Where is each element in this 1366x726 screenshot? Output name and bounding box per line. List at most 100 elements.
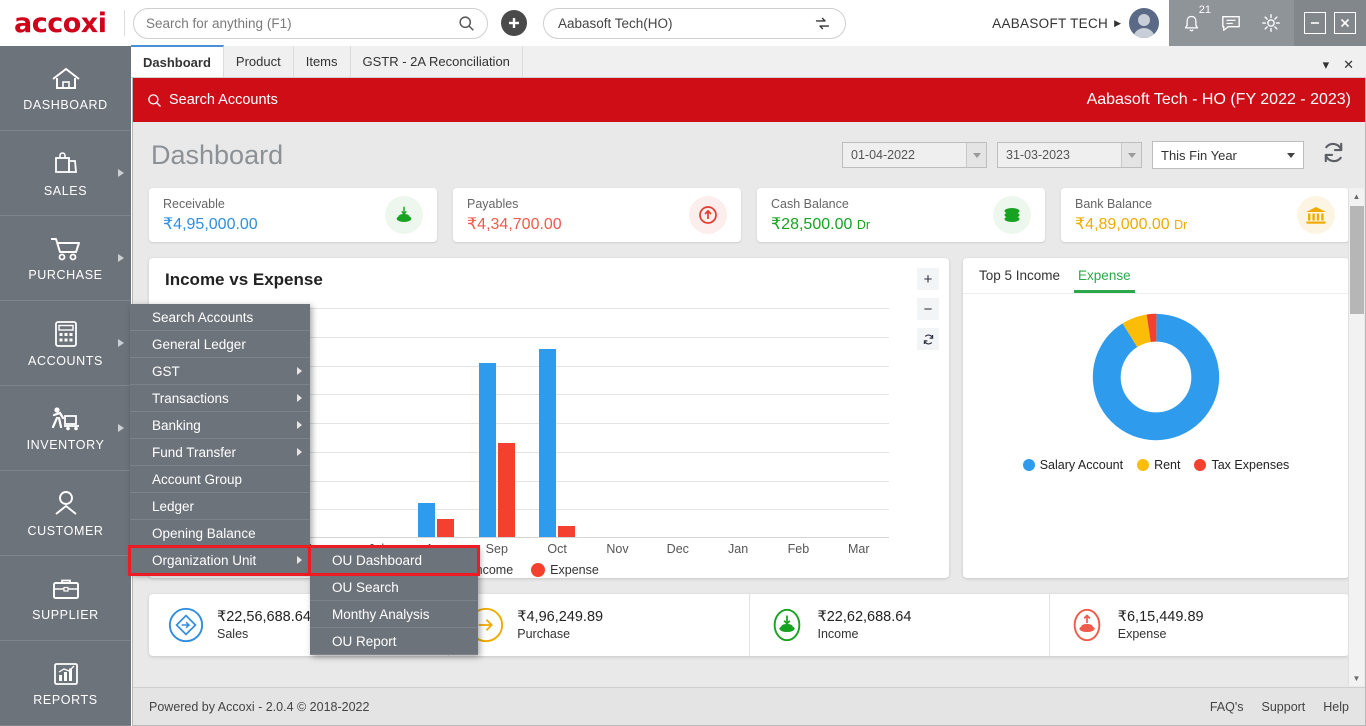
avatar[interactable] (1129, 8, 1159, 38)
notification-count: 21 (1199, 4, 1211, 16)
scrollbar-thumb[interactable] (1350, 206, 1364, 314)
accounts-dropdown-menu[interactable]: Search Accounts General Ledger GSTTransact… (130, 304, 310, 574)
tab-top5-income[interactable]: Top 5 Income (975, 268, 1064, 293)
submenu-item-ou-report[interactable]: OU Report (310, 628, 478, 655)
menu-item-fund-transfer[interactable]: Fund Transfer (130, 439, 310, 466)
messages-button[interactable] (1220, 13, 1242, 33)
sidebar-item-label: INVENTORY (27, 438, 105, 452)
summary-value: ₹4,96,249.89 (517, 609, 603, 625)
global-search[interactable] (133, 8, 488, 39)
tab-gstr-2a-reconciliation[interactable]: GSTR - 2A Reconciliation (351, 46, 523, 77)
submenu-item-ou-search[interactable]: OU Search (310, 574, 478, 601)
bar-income[interactable] (479, 363, 496, 537)
chart-zoom-out-button[interactable]: − (917, 298, 939, 320)
bar-expense[interactable] (558, 526, 575, 537)
menu-item-transactions[interactable]: Transactions (130, 385, 310, 412)
menu-item-banking[interactable]: Banking (130, 412, 310, 439)
minimize-button[interactable] (1304, 12, 1326, 34)
menu-item-label: General Ledger (152, 337, 246, 352)
menu-item-account-group[interactable]: Account Group (130, 466, 310, 493)
sidebar-item-sales[interactable]: SALES (0, 131, 131, 216)
tab-top5-expense[interactable]: Expense (1074, 268, 1135, 293)
footer-link-support[interactable]: Support (1262, 700, 1306, 714)
organization-selector[interactable]: Aabasoft Tech(HO) (543, 8, 846, 39)
sidebar-item-dashboard[interactable]: DASHBOARD (0, 46, 131, 131)
menu-item-search-accounts[interactable]: Search Accounts (130, 304, 310, 331)
menu-item-organization-unit[interactable]: Organization Unit (130, 547, 310, 574)
tab-product[interactable]: Product (224, 46, 294, 77)
tab-dashboard[interactable]: Dashboard (131, 45, 224, 77)
summary-card-income[interactable]: ₹22,62,688.64 Income (749, 594, 1049, 656)
organization-unit-submenu[interactable]: OU Dashboard OU Search Monthy AnalysisOU R… (310, 547, 478, 655)
menu-item-gst[interactable]: GST (130, 358, 310, 385)
menu-item-opening-balance[interactable]: Opening Balance (130, 520, 310, 547)
summary-card-purchase[interactable]: ₹4,96,249.89 Purchase (448, 594, 748, 656)
search-input[interactable] (146, 16, 458, 31)
summary-value: ₹22,56,688.64 (217, 609, 311, 625)
summary-card-expense[interactable]: ₹6,15,449.89 Expense (1049, 594, 1349, 656)
kpi-card-cash-balance[interactable]: Cash Balance ₹28,500.00 Dr (757, 188, 1045, 242)
menu-item-label: OU Dashboard (332, 553, 422, 568)
chevron-right-icon (118, 339, 124, 347)
user-menu-caret-icon[interactable]: ▶ (1114, 18, 1121, 29)
bar-group (346, 308, 406, 537)
menu-item-ledger[interactable]: Ledger (130, 493, 310, 520)
scroll-up-arrow-icon[interactable]: ▲ (1349, 188, 1364, 204)
notifications-button[interactable]: 21 (1181, 13, 1202, 34)
period-select[interactable]: This Fin Year (1152, 141, 1304, 169)
footer-link-help[interactable]: Help (1323, 700, 1349, 714)
kpi-card-payables[interactable]: Payables ₹4,34,700.00 (453, 188, 741, 242)
chart-zoom-in-button[interactable]: + (917, 268, 939, 290)
kpi-card-receivable[interactable]: Receivable ₹4,95,000.00 (149, 188, 437, 242)
menu-item-label: Banking (152, 418, 201, 433)
to-date-dropdown-icon[interactable] (1121, 143, 1141, 167)
refresh-button[interactable] (1320, 139, 1347, 171)
legend-label: Salary Account (1040, 458, 1123, 472)
bar-expense[interactable] (498, 443, 515, 537)
x-axis-label: Nov (587, 542, 647, 556)
chevron-right-icon (297, 394, 302, 402)
footer-links: FAQ's Support Help (1210, 700, 1349, 714)
footer-link-faqs[interactable]: FAQ's (1210, 700, 1244, 714)
menu-item-label: Opening Balance (152, 526, 256, 541)
close-button[interactable] (1334, 12, 1356, 34)
search-accounts-button[interactable]: Search Accounts (147, 92, 278, 108)
tab-close-icon[interactable]: ✕ (1343, 57, 1354, 73)
sidebar-item-customer[interactable]: CUSTOMER (0, 471, 131, 556)
content-scrollbar[interactable]: ▲ ▼ (1348, 188, 1364, 686)
legend-label: Tax Expenses (1211, 458, 1289, 472)
kpi-card-row: Receivable ₹4,95,000.00 Payables ₹4,34,7… (133, 188, 1365, 242)
payable-icon (689, 196, 727, 234)
menu-item-label: OU Search (332, 580, 399, 595)
add-button[interactable] (501, 10, 527, 36)
menu-item-general-ledger[interactable]: General Ledger (130, 331, 310, 358)
sidebar-item-reports[interactable]: REPORTS (0, 641, 131, 726)
footer-powered-by: Powered by Accoxi - 2.0.4 © 2018-2022 (149, 700, 369, 714)
sidebar-item-accounts[interactable]: ACCOUNTS (0, 301, 131, 386)
bar-income[interactable] (418, 503, 435, 537)
legend-label: Income (472, 563, 513, 577)
dashboard-header: Dashboard 01-04-2022 31-03-2023 This Fin… (133, 122, 1365, 188)
sidebar-item-inventory[interactable]: INVENTORY (0, 386, 131, 471)
settings-button[interactable] (1260, 12, 1282, 34)
sidebar-item-supplier[interactable]: SUPPLIER (0, 556, 131, 641)
sidebar-item-label: SUPPLIER (32, 608, 99, 622)
page-title: Dashboard (151, 140, 283, 171)
tab-items[interactable]: Items (294, 46, 351, 77)
submenu-item-monthy-analysis[interactable]: Monthy Analysis (310, 601, 478, 628)
submenu-item-ou-dashboard[interactable]: OU Dashboard (310, 547, 478, 574)
chart-reset-button[interactable] (917, 328, 939, 350)
tab-label: Items (306, 54, 338, 69)
to-date-field[interactable]: 31-03-2023 (997, 142, 1142, 168)
receivable-icon (385, 196, 423, 234)
bar-expense[interactable] (437, 519, 454, 537)
x-axis-label: Jan (708, 542, 768, 556)
from-date-field[interactable]: 01-04-2022 (842, 142, 987, 168)
bar-income[interactable] (539, 349, 556, 537)
from-date-dropdown-icon[interactable] (966, 143, 986, 167)
scroll-down-arrow-icon[interactable]: ▼ (1349, 670, 1364, 686)
sidebar-item-purchase[interactable]: PURCHASE (0, 216, 131, 301)
chevron-right-icon (297, 448, 302, 456)
tab-list-dropdown-icon[interactable]: ▾ (1323, 57, 1330, 73)
kpi-card-bank-balance[interactable]: Bank Balance ₹4,89,000.00 Dr (1061, 188, 1349, 242)
